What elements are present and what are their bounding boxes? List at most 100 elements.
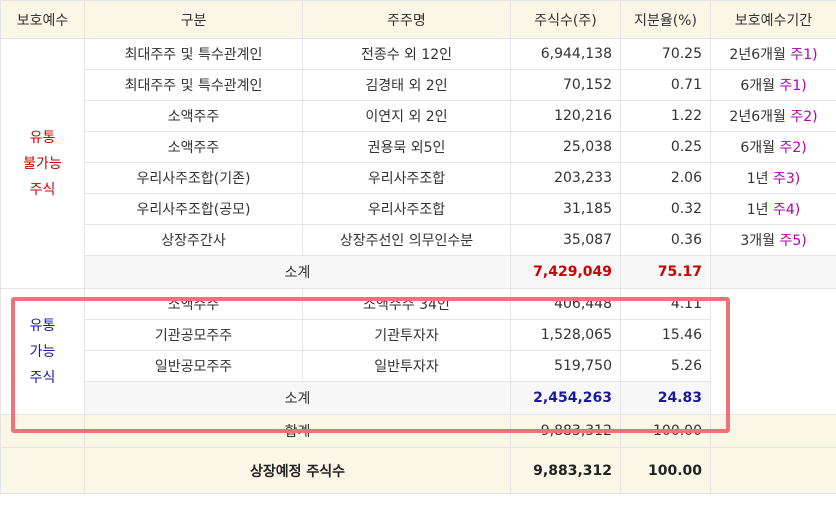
cell-category: 최대주주 및 특수관계인	[84, 69, 303, 101]
cell-ratio: 15.46	[620, 319, 711, 351]
header-ratio: 지분율(%)	[620, 0, 711, 39]
footnote-link[interactable]: 주1)	[779, 78, 806, 94]
cell-shares: 519,750	[510, 350, 621, 382]
table-row: 유통 가능 주식 소액주주 소액주주 34인 406,448 4.11	[0, 288, 836, 415]
header-lockup: 보호예수	[0, 0, 85, 39]
locked-label-line: 주식	[29, 181, 56, 198]
table-row: 상장주간사 상장주선인 의무인수분 35,087 0.36 3개월 주5)	[1, 224, 836, 256]
cell-period: 2년6개월 주1)	[710, 38, 836, 70]
cell-shares: 1,528,065	[510, 319, 621, 351]
tradable-label-line: 가능	[29, 343, 56, 360]
cell-holder: 김경태 외 2인	[302, 69, 511, 101]
cell-ratio: 1.22	[620, 100, 711, 132]
subtotal-shares: 7,429,049	[510, 255, 621, 289]
period-text: 1년	[746, 171, 769, 187]
empty-cell	[710, 255, 836, 289]
cell-holder: 상장주선인 의무인수분	[302, 224, 511, 256]
cell-ratio: 0.25	[620, 131, 711, 163]
tradable-group-label: 유통 가능 주식	[0, 288, 85, 415]
listed-label: 상장예정 주식수	[84, 447, 511, 494]
empty-cell	[710, 447, 836, 494]
header-shares: 주식수(주)	[510, 0, 621, 39]
subtotal-row-locked: 소계 7,429,049 75.17	[1, 255, 836, 289]
subtotal-ratio: 75.17	[620, 255, 711, 289]
header-row: 보호예수 구분 주주명 주식수(주) 지분율(%) 보호예수기간	[0, 0, 836, 39]
cell-holder: 소액주주 34인	[302, 288, 511, 320]
cell-period: 6개월 주2)	[710, 131, 836, 163]
cell-shares: 35,087	[510, 224, 621, 256]
subtotal-ratio: 24.83	[620, 381, 711, 415]
cell-holder: 이연지 외 2인	[302, 100, 511, 132]
footnote-link[interactable]: 주2)	[790, 109, 817, 125]
cell-ratio: 70.25	[620, 38, 711, 70]
header-holder: 주주명	[302, 0, 511, 39]
footnote-link[interactable]: 주4)	[773, 202, 800, 218]
cell-period: 1년 주4)	[710, 193, 836, 225]
footnote-link[interactable]: 주3)	[773, 171, 800, 187]
period-text: 6개월	[740, 140, 775, 156]
footnote-link[interactable]: 주5)	[779, 233, 806, 249]
footnote-link[interactable]: 주1)	[790, 47, 817, 63]
cell-holder: 일반투자자	[302, 350, 511, 382]
cell-ratio: 5.26	[620, 350, 711, 382]
cell-category: 최대주주 및 특수관계인	[84, 38, 303, 70]
lockup-table: 보호예수 구분 주주명 주식수(주) 지분율(%) 보호예수기간 유통 불가능 …	[0, 0, 836, 494]
cell-shares: 70,152	[510, 69, 621, 101]
empty-cell	[0, 447, 85, 494]
header-category: 구분	[84, 0, 303, 39]
cell-category: 소액주주	[84, 288, 303, 320]
cell-holder: 전종수 외 12인	[302, 38, 511, 70]
table-row: 우리사주조합(공모) 우리사주조합 31,185 0.32 1년 주4)	[1, 193, 836, 225]
table-row: 유통 불가능 주식 최대주주 및 특수관계인 전종수 외 12인 6,944,1…	[0, 38, 836, 289]
cell-holder: 기관투자자	[302, 319, 511, 351]
cell-shares: 406,448	[510, 288, 621, 320]
cell-category: 우리사주조합(기존)	[84, 162, 303, 194]
tradable-label-line: 유통	[29, 317, 56, 334]
cell-shares: 31,185	[510, 193, 621, 225]
listed-row: 상장예정 주식수 9,883,312 100.00	[0, 447, 836, 494]
period-text: 1년	[746, 202, 769, 218]
cell-shares: 6,944,138	[510, 38, 621, 70]
table-row: 소액주주 이연지 외 2인 120,216 1.22 2년6개월 주2)	[1, 100, 836, 132]
empty-cell	[710, 288, 836, 415]
listed-ratio: 100.00	[620, 447, 711, 494]
cell-ratio: 0.36	[620, 224, 711, 256]
empty-cell	[0, 414, 85, 448]
period-text: 6개월	[740, 78, 775, 94]
cell-ratio: 4.11	[620, 288, 711, 320]
cell-shares: 203,233	[510, 162, 621, 194]
cell-shares: 120,216	[510, 100, 621, 132]
cell-category: 일반공모주주	[84, 350, 303, 382]
cell-category: 우리사주조합(공모)	[84, 193, 303, 225]
empty-cell	[710, 414, 836, 448]
total-shares: 9,883,312	[510, 414, 621, 448]
total-label: 합계	[84, 414, 511, 448]
cell-ratio: 0.32	[620, 193, 711, 225]
table-row: 소액주주 권용묵 외5인 25,038 0.25 6개월 주2)	[1, 131, 836, 163]
footnote-link[interactable]: 주2)	[779, 140, 806, 156]
subtotal-label: 소계	[84, 381, 511, 415]
listed-shares: 9,883,312	[510, 447, 621, 494]
header-period: 보호예수기간	[710, 0, 836, 39]
subtotal-label: 소계	[84, 255, 511, 289]
total-ratio: 100.00	[620, 414, 711, 448]
subtotal-shares: 2,454,263	[510, 381, 621, 415]
cell-period: 3개월 주5)	[710, 224, 836, 256]
cell-ratio: 0.71	[620, 69, 711, 101]
cell-holder: 권용묵 외5인	[302, 131, 511, 163]
cell-period: 6개월 주1)	[710, 69, 836, 101]
cell-category: 소액주주	[84, 100, 303, 132]
locked-group-label: 유통 불가능 주식	[0, 38, 85, 289]
period-text: 2년6개월	[729, 47, 786, 63]
cell-holder: 우리사주조합	[302, 162, 511, 194]
cell-ratio: 2.06	[620, 162, 711, 194]
table-row: 최대주주 및 특수관계인 김경태 외 2인 70,152 0.71 6개월 주1…	[1, 69, 836, 101]
period-text: 3개월	[740, 233, 775, 249]
table-row: 우리사주조합(기존) 우리사주조합 203,233 2.06 1년 주3)	[1, 162, 836, 194]
cell-period: 2년6개월 주2)	[710, 100, 836, 132]
tradable-label-line: 주식	[29, 369, 56, 386]
cell-category: 소액주주	[84, 131, 303, 163]
locked-label-line: 유통	[29, 129, 56, 146]
total-row: 합계 9,883,312 100.00	[0, 414, 836, 448]
cell-category: 기관공모주주	[84, 319, 303, 351]
